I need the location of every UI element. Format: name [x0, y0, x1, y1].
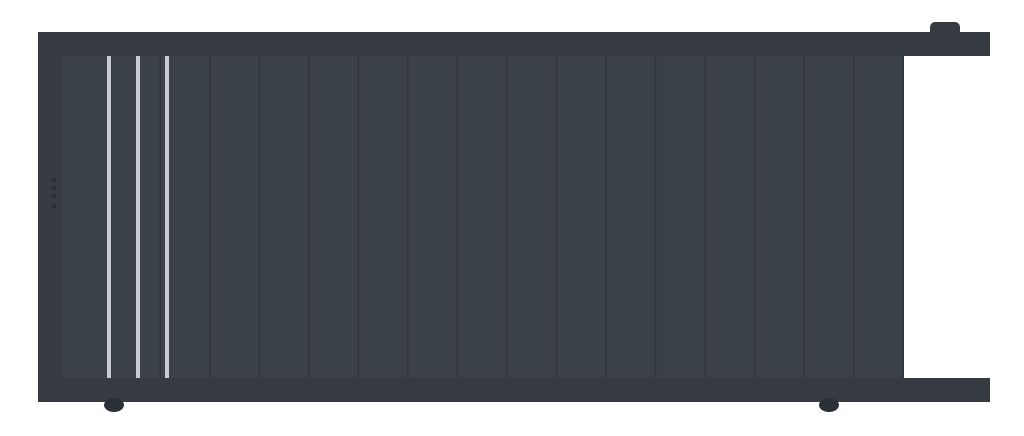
slat-seam [258, 56, 261, 378]
slat-seam [704, 56, 706, 378]
slat-seam [209, 56, 211, 378]
inlay-strip [165, 56, 169, 378]
slat-seam [506, 56, 508, 378]
slat [458, 56, 507, 378]
slat [507, 56, 556, 378]
slat [260, 56, 309, 378]
bottom-rail [38, 378, 990, 402]
inlay-strip [107, 56, 111, 378]
slat [854, 56, 903, 378]
slat-seam [357, 56, 360, 378]
slat [309, 56, 358, 378]
slat-seam [407, 56, 409, 378]
left-stile [38, 56, 62, 378]
top-rail [38, 32, 990, 56]
slat-seam [852, 56, 855, 378]
slat [606, 56, 655, 378]
slat-seam [555, 56, 558, 378]
slat [408, 56, 457, 378]
slat-seam [753, 56, 756, 378]
slat-seam [902, 56, 904, 378]
sliding-gate [38, 22, 990, 412]
slat-seam [803, 56, 805, 378]
wheel [819, 398, 839, 412]
slat [62, 56, 111, 378]
slat-seam [605, 56, 607, 378]
slat [705, 56, 754, 378]
slat [210, 56, 259, 378]
slat [111, 56, 160, 378]
slat [656, 56, 705, 378]
slat [804, 56, 853, 378]
slat-seam [456, 56, 459, 378]
inlay-strip [136, 56, 140, 378]
wheel [104, 398, 124, 412]
top-guide-roller [930, 22, 960, 48]
slat [557, 56, 606, 378]
slat-seam [308, 56, 310, 378]
slat-seam [159, 56, 162, 378]
slat-seam [654, 56, 657, 378]
slat [755, 56, 804, 378]
slat [359, 56, 408, 378]
gate-scene [0, 0, 1024, 436]
